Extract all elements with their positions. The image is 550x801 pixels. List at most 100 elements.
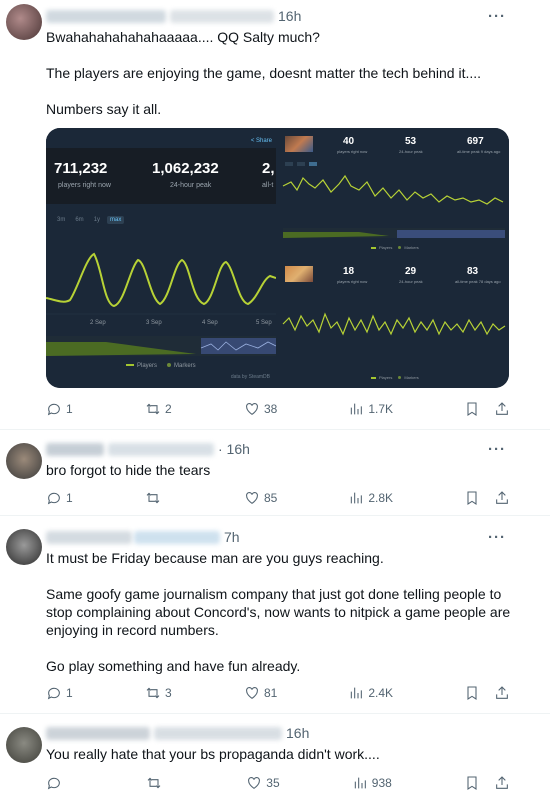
tweet-actions: 1 2 38 1.7K — [46, 400, 510, 418]
views-icon — [354, 777, 366, 789]
bookmark-icon[interactable] — [464, 775, 480, 791]
tweet-2: · 16h ··· bro forgot to hide the tears 1… — [0, 431, 550, 516]
share-icon[interactable] — [494, 401, 510, 417]
chart-small-top: 40 players right now 53 24-hour peak 697… — [279, 128, 509, 256]
tweet-header: 16h — [46, 6, 301, 26]
avatar[interactable] — [6, 4, 42, 40]
legend-label: Players — [379, 375, 393, 380]
views-count: 2.8K — [368, 491, 393, 505]
timestamp[interactable]: 16h — [286, 725, 309, 741]
legend-label: Players — [379, 245, 393, 250]
repost-button[interactable] — [146, 775, 174, 791]
reply-count: 1 — [66, 686, 73, 700]
reply-button[interactable]: 1 — [46, 490, 74, 506]
more-options-icon[interactable]: ··· — [488, 8, 506, 25]
x-axis-label: 4 Sep — [202, 320, 218, 326]
repost-button[interactable]: 2 — [145, 401, 173, 417]
tweet-paragraph: You really hate that your bs propaganda … — [46, 746, 380, 762]
tweet-text: bro forgot to hide the tears — [46, 461, 526, 479]
tweet-text: Bwahahahahahahaaaaa.... QQ Salty much? T… — [46, 28, 526, 118]
reply-icon — [47, 492, 60, 505]
heart-icon — [246, 492, 258, 504]
chart-legend: Players Markers — [126, 363, 196, 369]
views-icon — [351, 687, 363, 699]
secondary-actions — [464, 685, 510, 701]
username-redacted[interactable] — [46, 442, 104, 456]
views-count: 2.4K — [368, 686, 393, 700]
views-button[interactable]: 2.4K — [348, 685, 393, 701]
tweet-actions: 1 85 2.8K — [46, 489, 510, 507]
legend-markers: Markers — [398, 245, 419, 250]
player-count-line — [282, 312, 506, 336]
bookmark-icon[interactable] — [464, 401, 480, 417]
chart-legend: Players Markers — [371, 245, 419, 250]
legend-label: Markers — [404, 245, 419, 250]
legend-markers: Markers — [398, 375, 419, 380]
like-count: 81 — [263, 686, 278, 700]
heart-icon — [248, 777, 261, 789]
tweet-1: 16h ··· Bwahahahahahahaaaaa.... QQ Salty… — [0, 0, 550, 430]
avatar[interactable] — [6, 443, 42, 479]
handle-redacted[interactable] — [170, 9, 274, 23]
like-button[interactable]: 35 — [246, 775, 280, 791]
handle-redacted[interactable] — [134, 530, 220, 544]
tweet-header: 16h — [46, 723, 309, 743]
tweet-paragraph: bro forgot to hide the tears — [46, 462, 211, 478]
player-count-line — [282, 162, 505, 238]
legend-players: Players — [371, 245, 392, 250]
views-button[interactable]: 1.7K — [348, 401, 393, 417]
tweet-actions: 35 938 — [46, 774, 510, 792]
more-options-icon[interactable]: ··· — [488, 529, 506, 546]
tweet-paragraph: Bwahahahahahahaaaaa.... QQ Salty much? — [46, 29, 320, 45]
avatar[interactable] — [6, 727, 42, 763]
bookmark-icon[interactable] — [464, 685, 480, 701]
reply-button[interactable] — [46, 775, 74, 791]
tweet-paragraph: Same goofy game journalism company that … — [46, 586, 511, 638]
tweet-paragraph: The players are enjoying the game, doesn… — [46, 65, 482, 81]
x-axis-label: 3 Sep — [146, 320, 162, 326]
username-redacted[interactable] — [46, 9, 166, 23]
share-icon[interactable] — [494, 685, 510, 701]
repost-button[interactable] — [145, 490, 173, 506]
like-button[interactable]: 81 — [244, 685, 277, 701]
repost-count: 3 — [164, 686, 172, 700]
timestamp[interactable]: 7h — [224, 529, 240, 545]
reply-button[interactable]: 1 — [46, 401, 74, 417]
timestamp[interactable]: · 16h — [218, 441, 250, 457]
share-icon[interactable] — [494, 490, 510, 506]
avatar[interactable] — [6, 529, 42, 565]
username-redacted[interactable] — [46, 726, 150, 740]
more-options-icon[interactable]: ··· — [488, 441, 506, 458]
timestamp[interactable]: 16h — [278, 8, 301, 24]
secondary-actions — [464, 775, 510, 791]
player-count-line — [46, 252, 276, 356]
share-icon[interactable] — [494, 775, 510, 791]
bookmark-icon[interactable] — [464, 490, 480, 506]
like-button[interactable]: 85 — [244, 490, 277, 506]
views-count: 938 — [371, 776, 392, 790]
repost-button[interactable]: 3 — [145, 685, 173, 701]
heart-icon — [246, 403, 258, 415]
x-axis-label: 2 Sep — [90, 320, 106, 326]
views-icon — [351, 403, 363, 415]
reply-button[interactable]: 1 — [46, 685, 74, 701]
like-button[interactable]: 38 — [244, 401, 277, 417]
secondary-actions — [464, 401, 510, 417]
repost-icon — [147, 777, 161, 789]
chart-main: < Share 711,232 players right now 1,062,… — [46, 128, 276, 388]
views-button[interactable]: 938 — [352, 775, 392, 791]
legend-label: Players — [137, 363, 158, 369]
handle-redacted[interactable] — [108, 442, 214, 456]
reply-icon — [47, 687, 60, 700]
heart-icon — [246, 687, 258, 699]
views-button[interactable]: 2.8K — [348, 490, 393, 506]
x-axis-label: 5 Sep — [256, 320, 272, 326]
tweet-paragraph: It must be Friday because man are you gu… — [46, 550, 384, 566]
tweet-4: 16h You really hate that your bs propaga… — [0, 715, 550, 801]
handle-redacted[interactable] — [154, 726, 282, 740]
legend-players: Players — [371, 375, 392, 380]
steamdb-charts-image[interactable]: < Share 711,232 players right now 1,062,… — [46, 128, 509, 388]
repost-icon — [146, 687, 160, 699]
tweet-text: You really hate that your bs propaganda … — [46, 745, 526, 763]
username-redacted[interactable] — [46, 530, 132, 544]
